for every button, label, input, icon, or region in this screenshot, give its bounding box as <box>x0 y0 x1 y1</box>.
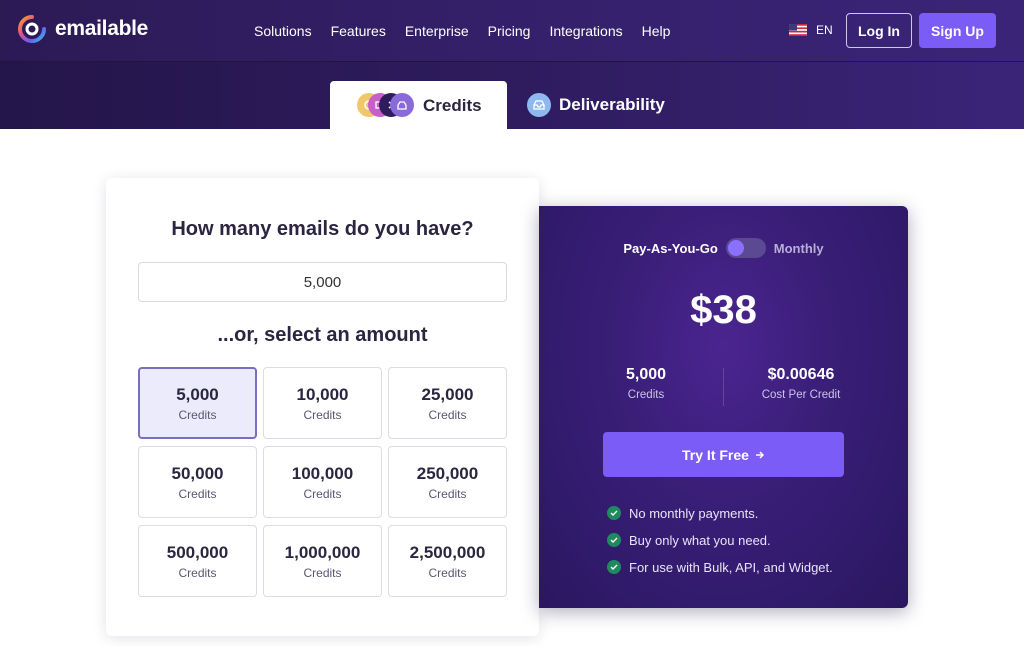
amount-option-value: 5,000 <box>176 384 219 404</box>
amount-option-unit: Credits <box>428 565 467 580</box>
product-tab-strip <box>0 62 1024 129</box>
amount-option-value: 25,000 <box>421 384 474 404</box>
feature-item: Buy only what you need. <box>607 531 833 549</box>
credits-stat-label: Credits <box>627 389 665 401</box>
amount-option-5000[interactable]: 5,000 Credits <box>138 367 257 439</box>
cost-per-credit-label: Cost Per Credit <box>761 389 841 401</box>
signup-button[interactable]: Sign Up <box>919 13 996 48</box>
check-icon <box>607 533 621 547</box>
credits-tab-icons <box>357 93 417 117</box>
cost-per-credit-stat: $0.00646 Cost Per Credit <box>721 366 881 401</box>
amount-option-100000[interactable]: 100,000 Credits <box>263 446 382 518</box>
billing-toggle-switch[interactable] <box>725 238 766 258</box>
tab-deliverability-label: Deliverability <box>559 95 665 114</box>
credits-stat: 5,000 Credits <box>566 366 726 401</box>
credits-stat-value: 5,000 <box>625 366 667 383</box>
pay-as-you-go-label[interactable]: Pay-As-You-Go <box>623 241 717 256</box>
tab-credits[interactable]: Credits <box>330 81 507 129</box>
amount-option-value: 10,000 <box>296 384 349 404</box>
amount-option-value: 50,000 <box>171 463 224 483</box>
nav-item-help[interactable]: Help <box>642 23 671 39</box>
login-button[interactable]: Log In <box>846 13 912 48</box>
amount-options-grid: 5,000 Credits 10,000 Credits 25,000 Cred… <box>138 367 507 597</box>
feature-text: For use with Bulk, API, and Widget. <box>629 559 833 575</box>
select-amount-heading: ...or, select an amount <box>217 324 428 346</box>
monthly-label[interactable]: Monthly <box>774 241 824 256</box>
tab-credits-label: Credits <box>423 96 482 115</box>
amount-option-unit: Credits <box>428 407 467 422</box>
brand-name: emailable <box>55 17 149 40</box>
language-code: EN <box>816 23 833 37</box>
amount-option-1000000[interactable]: 1,000,000 Credits <box>263 525 382 597</box>
price-amount: $38 <box>690 288 757 332</box>
us-flag-icon <box>789 24 807 36</box>
try-it-free-label: Try It Free <box>682 446 749 463</box>
amount-option-unit: Credits <box>303 565 342 580</box>
feature-item: For use with Bulk, API, and Widget. <box>607 558 833 576</box>
emailable-logo-icon <box>17 14 47 44</box>
tab-deliverability[interactable]: Deliverability <box>527 93 665 117</box>
amount-option-unit: Credits <box>178 486 217 501</box>
amount-option-unit: Credits <box>428 486 467 501</box>
amount-option-value: 500,000 <box>166 542 229 562</box>
check-icon <box>607 560 621 574</box>
brand-logo[interactable]: emailable <box>17 14 148 44</box>
amount-option-25000[interactable]: 25,000 Credits <box>388 367 507 439</box>
amount-option-250000[interactable]: 250,000 Credits <box>388 446 507 518</box>
amount-option-unit: Credits <box>303 407 342 422</box>
email-count-input[interactable] <box>138 262 507 302</box>
deliverability-inbox-icon <box>527 93 551 117</box>
language-selector[interactable]: EN <box>789 23 833 37</box>
try-it-free-button[interactable]: Try It Free <box>603 432 844 477</box>
feature-text: No monthly payments. <box>629 505 759 521</box>
amount-option-unit: Credits <box>178 407 217 422</box>
nav-item-features[interactable]: Features <box>331 23 386 39</box>
nav-item-enterprise[interactable]: Enterprise <box>405 23 469 39</box>
amount-option-value: 1,000,000 <box>284 542 361 562</box>
check-icon <box>607 506 621 520</box>
amount-option-2500000[interactable]: 2,500,000 Credits <box>388 525 507 597</box>
amount-question-heading: How many emails do you have? <box>171 218 474 240</box>
main-nav: Solutions Features Enterprise Pricing In… <box>254 0 670 62</box>
nav-item-pricing[interactable]: Pricing <box>488 23 531 39</box>
amount-option-10000[interactable]: 10,000 Credits <box>263 367 382 439</box>
billing-toggle-row: Pay-As-You-Go Monthly <box>539 238 908 258</box>
email-amount-card: How many emails do you have? ...or, sele… <box>106 178 539 636</box>
amount-option-50000[interactable]: 50,000 Credits <box>138 446 257 518</box>
nav-item-integrations[interactable]: Integrations <box>549 23 622 39</box>
feature-item: No monthly payments. <box>607 504 833 522</box>
top-navigation-bar: emailable Solutions Features Enterprise … <box>0 0 1024 62</box>
nav-item-solutions[interactable]: Solutions <box>254 23 312 39</box>
cost-per-credit-value: $0.00646 <box>767 366 835 383</box>
amount-option-unit: Credits <box>303 486 342 501</box>
amount-option-500000[interactable]: 500,000 Credits <box>138 525 257 597</box>
amount-option-value: 2,500,000 <box>409 542 486 562</box>
amount-option-value: 250,000 <box>416 463 479 483</box>
amount-option-unit: Credits <box>178 565 217 580</box>
toggle-knob <box>727 240 744 256</box>
feature-text: Buy only what you need. <box>629 532 771 548</box>
arrow-right-icon <box>755 447 765 463</box>
credit-inbox-icon <box>390 93 414 117</box>
feature-list: No monthly payments. Buy only what you n… <box>607 504 833 585</box>
amount-option-value: 100,000 <box>291 463 354 483</box>
pricing-summary-card: Pay-As-You-Go Monthly $38 5,000 Credits … <box>539 206 908 608</box>
